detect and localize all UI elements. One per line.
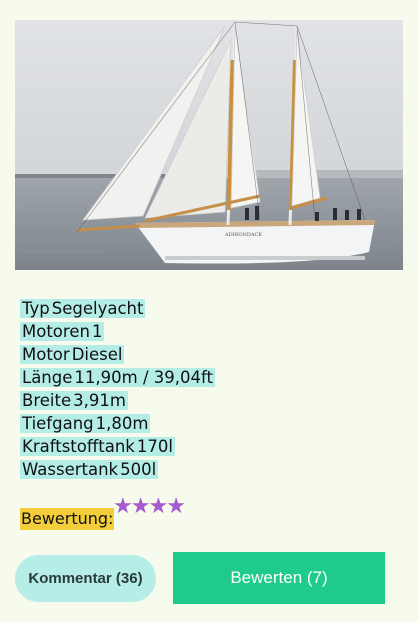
spec-type: Typ Segelyacht xyxy=(20,298,215,321)
spec-draft: Tiefgang 1,80m xyxy=(20,413,215,436)
spec-label: Kraftstofftank xyxy=(21,437,136,456)
spec-list: Typ Segelyacht Motoren 1 Motor Diesel Länge… xyxy=(20,298,215,482)
spec-engines: Motoren 1 xyxy=(20,321,215,344)
spec-value: 3,91m xyxy=(72,391,127,410)
spec-label: Breite xyxy=(21,391,73,410)
rating-stars[interactable]: ★★★★ xyxy=(113,496,186,518)
spec-label: Motoren xyxy=(21,322,91,341)
spec-label: Typ xyxy=(21,299,51,318)
svg-text:ADIRONDACK: ADIRONDACK xyxy=(224,232,262,238)
rate-button[interactable]: Bewerten (7) xyxy=(173,552,385,604)
rating-label: Bewertung: xyxy=(20,508,115,530)
spec-beam: Breite 3,91m xyxy=(20,390,215,413)
star-icon[interactable]: ★ xyxy=(166,496,186,518)
spec-label: Wassertank xyxy=(21,460,120,479)
comment-button[interactable]: Kommentar (36) xyxy=(15,555,156,602)
spec-length: Länge 11,90m / 39,04ft xyxy=(20,367,215,390)
spec-value: 1,80m xyxy=(94,414,150,433)
spec-engine: Motor Diesel xyxy=(20,344,215,367)
spec-value: 1 xyxy=(90,322,104,341)
spec-fuel-tank: Kraftstofftank 170l xyxy=(20,436,215,459)
spec-value: 170l xyxy=(135,437,174,456)
spec-value: Diesel xyxy=(70,345,124,364)
yacht-photo: ADIRONDACK xyxy=(15,20,403,270)
spec-label: Länge xyxy=(21,368,74,387)
spec-value: 500l xyxy=(119,460,158,479)
spec-label: Motor xyxy=(21,345,71,364)
spec-water-tank: Wassertank 500l xyxy=(20,459,215,482)
spec-label: Tiefgang xyxy=(21,414,95,433)
spec-value: 11,90m / 39,04ft xyxy=(73,368,214,387)
spec-value: Segelyacht xyxy=(50,299,145,318)
